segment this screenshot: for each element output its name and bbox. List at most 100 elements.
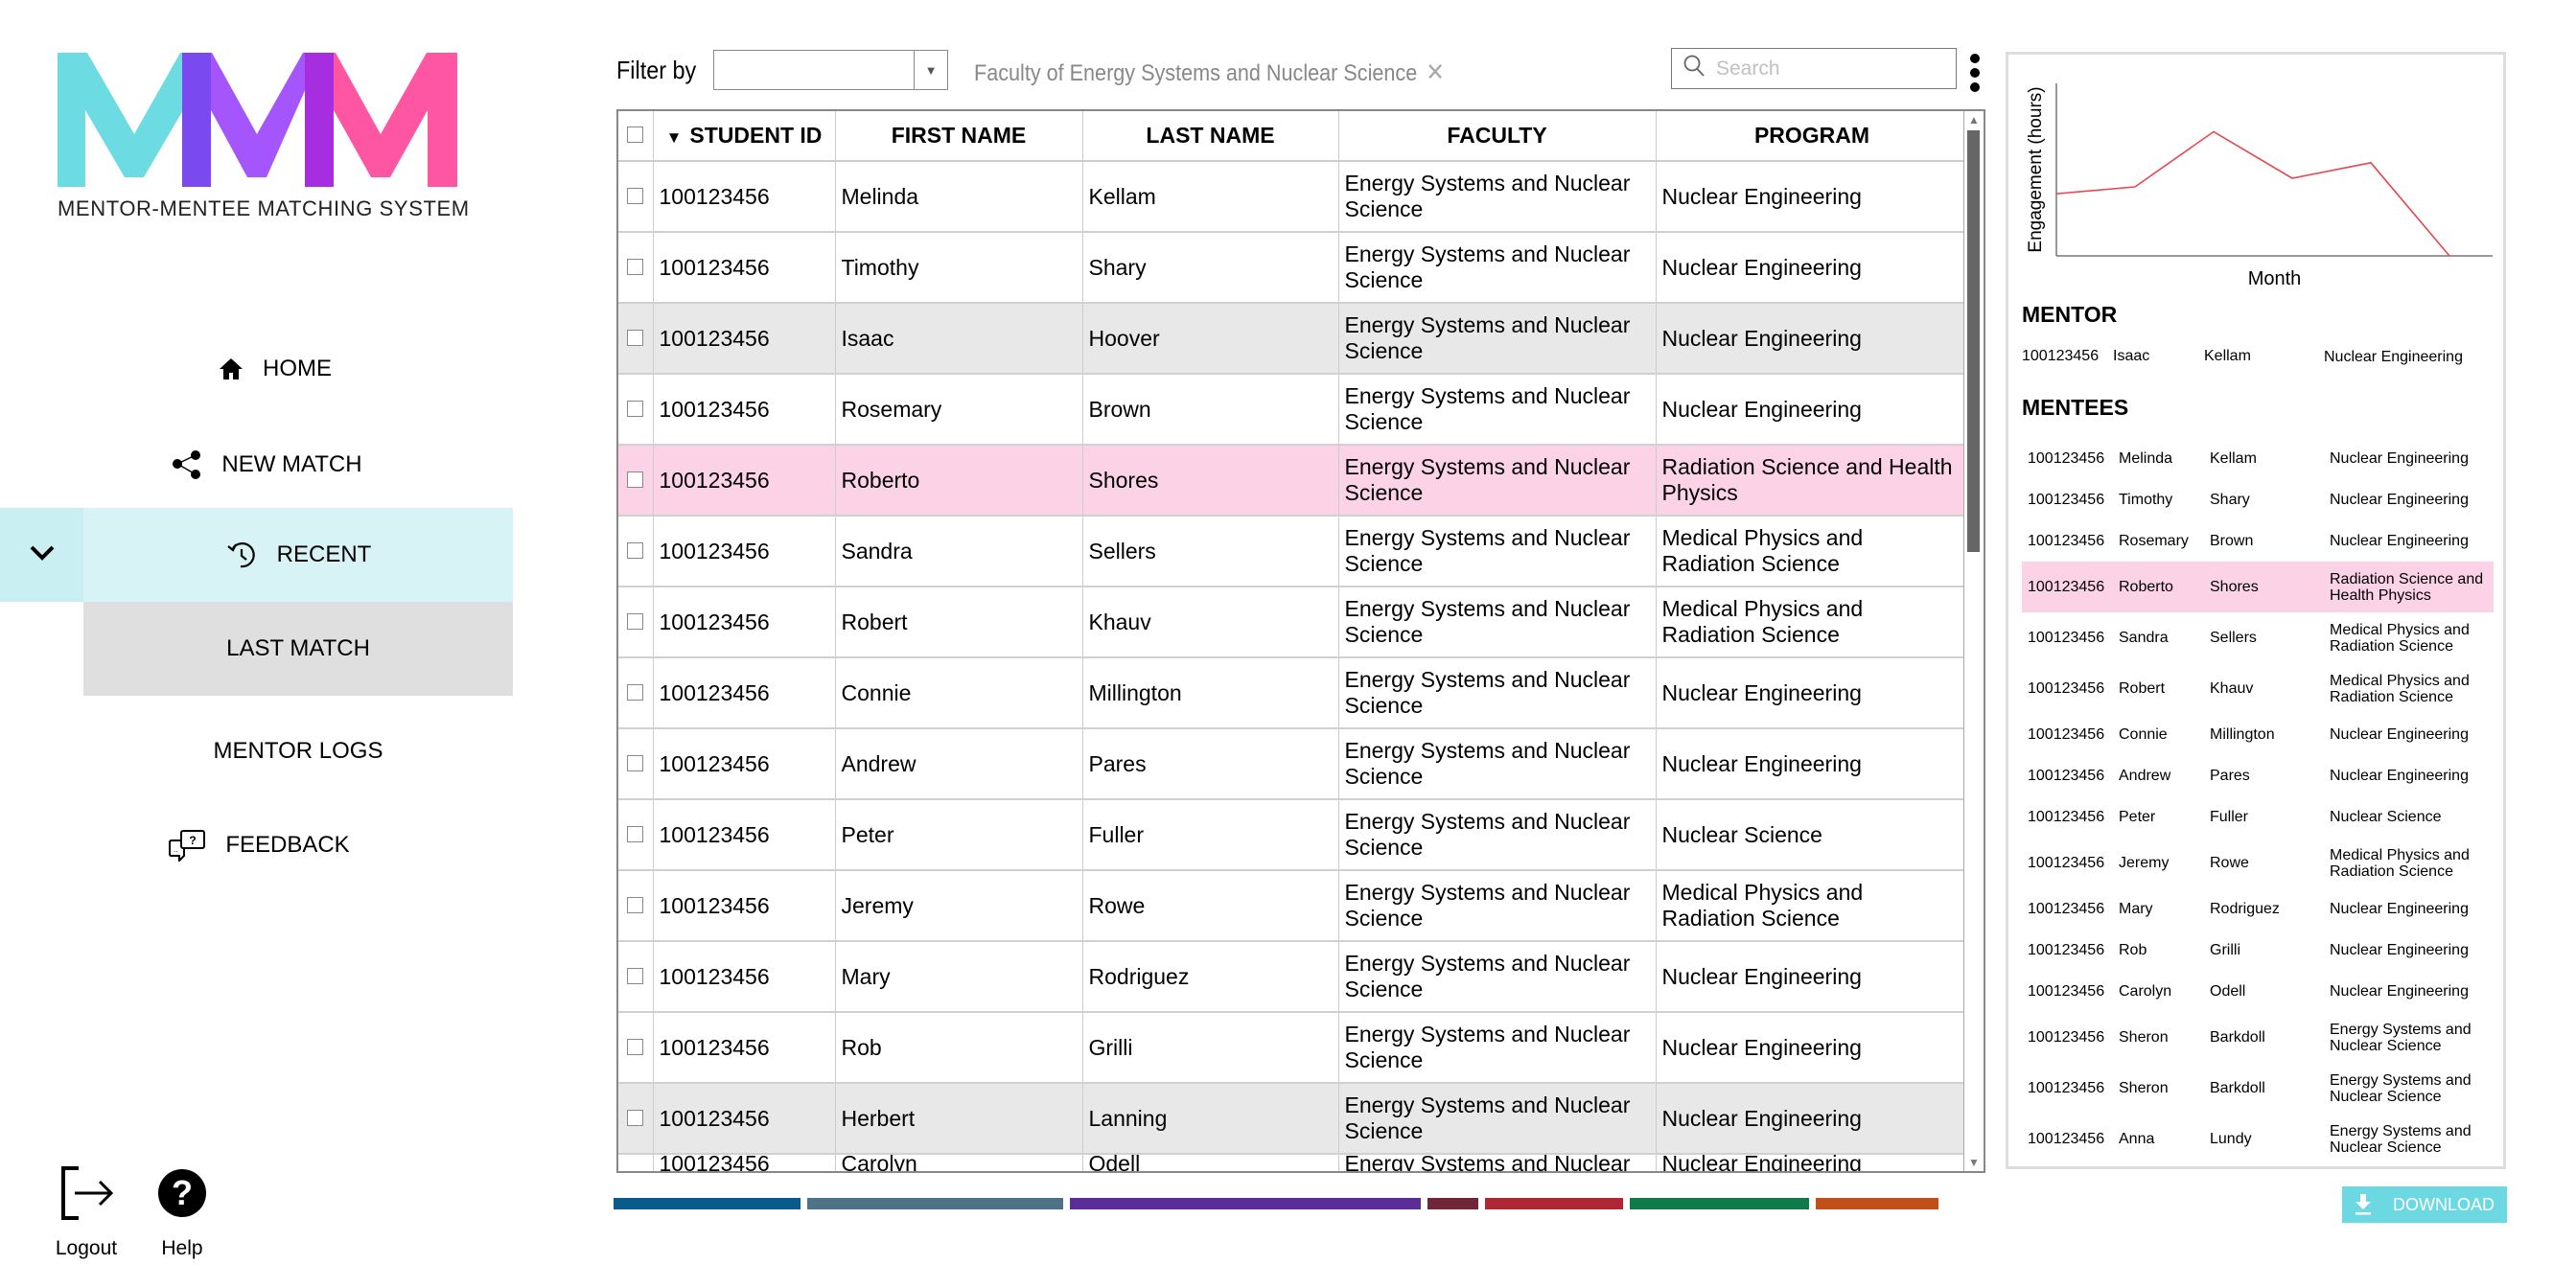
column-header-faculty[interactable]: FACULTY [1338,111,1657,162]
column-header-program[interactable]: PROGRAM [1656,111,1969,162]
more-options-icon[interactable] [1968,54,1982,92]
scroll-down-arrow-icon[interactable]: ▼ [1965,1154,1983,1171]
table-scrollbar[interactable]: ▲ ▼ [1963,111,1984,1171]
table-row[interactable]: 100123456 Isaac Hoover Energy Systems and N… [618,303,1969,375]
row-checkbox[interactable] [627,400,644,417]
mentor-last-name: Kellam [2204,348,2251,364]
mentee-row[interactable]: 100123456 Anna Lundy Energy Systems and Nuc… [2022,1114,2494,1164]
download-icon [2355,1194,2372,1215]
nav-label: FEEDBACK [225,832,350,858]
cell-faculty: Energy Systems and Nuclear Science [1338,657,1657,729]
table-row[interactable]: 100123456 Connie Millington Energy Systems … [618,657,1969,729]
cell-program: Radiation Science and Health Physics [1656,445,1969,517]
engagement-series-line [2055,130,2450,257]
row-checkbox[interactable] [627,258,644,275]
column-header-last-name[interactable]: LAST NAME [1082,111,1339,162]
dropdown-arrow-icon[interactable]: ▼ [914,51,947,89]
row-checkbox[interactable] [627,471,644,488]
row-checkbox[interactable] [627,612,644,630]
mentee-row[interactable]: 100123456 Robert Khauv Medical Physics and … [2022,663,2494,714]
table-row[interactable]: 100123456 Mary Rodriguez Energy Systems and… [618,941,1969,1013]
mentee-row[interactable]: 100123456 Carolyn Odell Nuclear Engineering [2022,971,2494,1012]
row-checkbox[interactable] [627,967,644,984]
select-all-checkbox[interactable] [627,126,644,143]
download-button[interactable]: DOWNLOAD [2342,1186,2507,1223]
mentee-program: Radiation Science and Health Physics [2330,570,2484,604]
help-button[interactable]: ? Help [149,1164,216,1260]
mentor-section-title: MENTOR [2022,302,2118,327]
row-select-cell [618,161,654,233]
table-row[interactable]: 100123456 Rosemary Brown Energy Systems and… [618,374,1969,446]
search-input[interactable] [1714,56,1938,81]
mentee-row[interactable]: 100123456 Melinda Kellam Nuclear Engineerin… [2022,438,2494,479]
row-checkbox[interactable] [627,754,644,771]
row-checkbox[interactable] [627,1038,644,1055]
logout-button[interactable]: Logout [53,1164,120,1260]
mentee-row[interactable]: 100123456 Rosemary Brown Nuclear Engineerin… [2022,520,2494,562]
filter-select[interactable]: ▼ [713,50,948,90]
color-bar-segment [614,1198,801,1209]
row-checkbox[interactable] [627,1109,644,1126]
mentee-row[interactable]: 100123456 Mary Rodriguez Nuclear Engineerin… [2022,888,2494,930]
table-row[interactable]: 100123456 Peter Fuller Energy Systems and N… [618,799,1969,871]
nav-item-mentor-logs[interactable]: MENTOR LOGS [83,704,513,798]
scrollbar-thumb[interactable] [1967,130,1980,552]
nav-label: MENTOR LOGS [213,738,383,764]
nav-item-home[interactable]: HOME [78,321,473,417]
mentee-id: 100123456 [2028,767,2105,784]
svg-text:?: ? [190,834,197,847]
mentee-row[interactable]: 100123456 Sheron Barkdoll Energy Systems an… [2022,1012,2494,1063]
table-row[interactable]: 100123456 Sandra Sellers Energy Systems and… [618,516,1969,587]
mentee-row[interactable]: 100123456 Timothy Shary Nuclear Engineering [2022,479,2494,520]
mentee-id: 100123456 [2028,578,2105,595]
table-row[interactable]: 100123456 Carolyn Odell Energy Systems and … [618,1154,1969,1171]
mentee-row[interactable]: 100123456 Sandra Sellers Medical Physics an… [2022,612,2494,663]
color-bar-segment [1630,1198,1809,1209]
close-icon[interactable]: ✕ [1426,58,1445,86]
table-row[interactable]: 100123456 Timothy Shary Energy Systems and … [618,232,1969,304]
row-checkbox[interactable] [627,683,644,701]
row-checkbox[interactable] [627,541,644,559]
nav-item-new-match[interactable]: NEW MATCH [78,417,456,513]
mentee-first-name: Melinda [2119,449,2173,467]
table-row[interactable]: 100123456 Herbert Lanning Energy Systems an… [618,1083,1969,1155]
nav-item-feedback[interactable]: ?.. FEEDBACK [58,797,460,893]
search-box[interactable] [1671,48,1957,89]
mentee-row[interactable]: 100123456 Rob Grilli Nuclear Engineering [2022,930,2494,971]
mentee-row[interactable]: 100123456 Andrew Pares Nuclear Engineering [2022,755,2494,796]
cell-last-name: Shores [1082,445,1339,517]
row-checkbox[interactable] [627,187,644,204]
mentee-program: Nuclear Engineering [2330,768,2469,784]
cell-program: Medical Physics and Radiation Science [1656,870,1969,942]
mentee-row[interactable]: 100123456 Connie Millington Nuclear Enginee… [2022,714,2494,755]
mentee-id: 100123456 [2028,449,2105,467]
table-row[interactable]: 100123456 Rob Grilli Energy Systems and Nuc… [618,1012,1969,1084]
cell-first-name: Robert [835,586,1083,658]
cell-first-name: Isaac [835,303,1083,375]
mentee-row[interactable]: 100123456 Sheron Barkdoll Energy Systems an… [2022,1063,2494,1114]
table-row[interactable]: 100123456 Robert Khauv Energy Systems and N… [618,586,1969,658]
row-checkbox[interactable] [627,825,644,842]
table-header-row: ▼ STUDENT ID FIRST NAME LAST NAME FACULTY… [618,111,1969,162]
column-header-student-id[interactable]: ▼ STUDENT ID [653,111,836,162]
table-row[interactable]: 100123456 Jeremy Rowe Energy Systems and Nu… [618,870,1969,942]
filter-chip-label: Faculty of Energy Systems and Nuclear Sc… [974,60,1418,86]
nav-item-last-match[interactable]: LAST MATCH [83,602,513,696]
mentee-program: Energy Systems and Nuclear Science [2330,1021,2472,1054]
column-header-first-name[interactable]: FIRST NAME [835,111,1083,162]
nav-item-recent[interactable]: RECENT [83,508,513,602]
logout-icon [58,1164,115,1228]
mentee-row[interactable]: 100123456 Peter Fuller Nuclear Science [2022,796,2494,838]
recent-expand-toggle[interactable] [0,508,83,602]
cell-last-name: Pares [1082,728,1339,800]
table-row[interactable]: 100123456 Andrew Pares Energy Systems and N… [618,728,1969,800]
mentee-row[interactable]: 100123456 Jeremy Rowe Medical Physics and R… [2022,838,2494,888]
cell-first-name: Rob [835,1012,1083,1084]
row-checkbox[interactable] [627,329,644,346]
row-checkbox[interactable] [627,896,644,913]
cell-first-name: Herbert [835,1083,1083,1155]
table-row[interactable]: 100123456 Roberto Shores Energy Systems and… [618,445,1969,517]
scroll-up-arrow-icon[interactable]: ▲ [1965,111,1983,128]
mentee-row[interactable]: 100123456 Roberto Shores Radiation Science … [2022,562,2494,612]
table-row[interactable]: 100123456 Melinda Kellam Energy Systems and… [618,161,1969,233]
